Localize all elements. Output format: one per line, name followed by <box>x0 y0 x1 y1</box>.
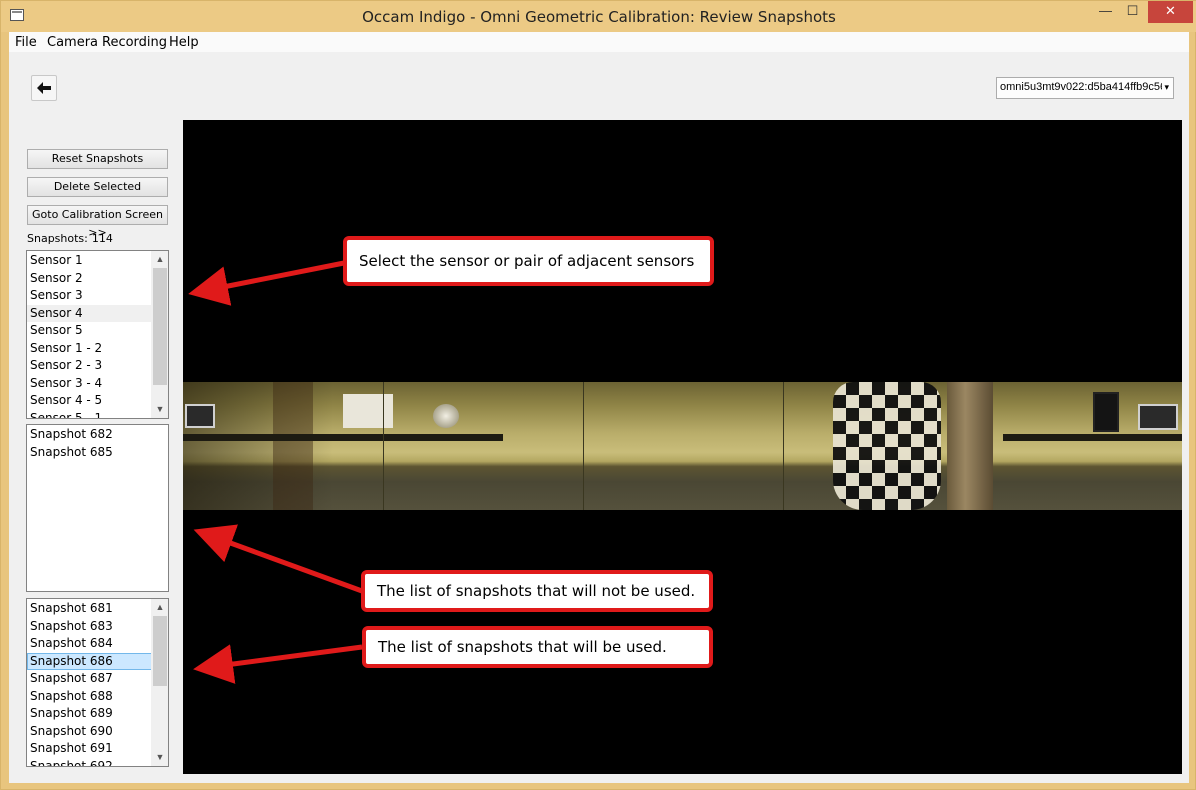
list-item[interactable]: Snapshot 681 <box>27 600 152 618</box>
list-item[interactable]: Snapshot 690 <box>27 723 152 741</box>
reset-snapshots-button[interactable]: Reset Snapshots <box>27 149 168 169</box>
list-item[interactable]: Snapshot 685 <box>27 444 168 462</box>
door <box>273 382 313 510</box>
back-button[interactable] <box>31 75 57 101</box>
annotation-unused: The list of snapshots that will not be u… <box>361 570 713 612</box>
minimize-button[interactable]: — <box>1092 1 1119 23</box>
table <box>183 434 503 441</box>
list-item[interactable]: Snapshot 684 <box>27 635 152 653</box>
scroll-down-icon[interactable]: ▼ <box>152 401 168 418</box>
arrow-left-icon <box>37 82 51 94</box>
used-snapshot-list[interactable]: Snapshot 681 Snapshot 683 Snapshot 684 S… <box>26 598 169 767</box>
scroll-up-icon[interactable]: ▲ <box>152 599 168 616</box>
scroll-thumb[interactable] <box>153 268 167 385</box>
list-item[interactable]: Sensor 5 <box>27 322 152 340</box>
snapshot-image-viewer[interactable] <box>183 120 1182 774</box>
calibration-checkerboard <box>833 382 941 510</box>
person <box>947 382 993 510</box>
panorama-image <box>183 382 1182 510</box>
list-item[interactable]: Snapshot 687 <box>27 670 152 688</box>
list-item[interactable]: Sensor 4 <box>27 304 152 322</box>
list-item[interactable]: Sensor 5 - 1 <box>27 410 152 419</box>
client-area: File Camera Recording Help omni5u3mt9v02… <box>9 32 1189 783</box>
list-item[interactable]: Sensor 4 - 5 <box>27 392 152 410</box>
list-item[interactable]: Sensor 1 <box>27 252 152 270</box>
laptop <box>185 404 215 428</box>
list-item[interactable]: Snapshot 688 <box>27 688 152 706</box>
list-item[interactable]: Sensor 2 - 3 <box>27 357 152 375</box>
menu-camera[interactable]: Camera <box>47 35 98 50</box>
camera-select[interactable]: omni5u3mt9v022:d5ba414ffb9c56 ▾ <box>996 77 1174 99</box>
maximize-button[interactable]: ☐ <box>1119 1 1146 23</box>
window-title: Occam Indigo - Omni Geometric Calibratio… <box>362 8 836 26</box>
scroll-up-icon[interactable]: ▲ <box>152 251 168 268</box>
unused-snapshot-list[interactable]: Snapshot 682 Snapshot 685 <box>26 424 169 592</box>
app-window: Occam Indigo - Omni Geometric Calibratio… <box>0 0 1196 790</box>
list-item[interactable]: Sensor 3 <box>27 287 152 305</box>
snapshot-count-label: Snapshots: <box>27 232 88 245</box>
close-button[interactable]: ✕ <box>1148 1 1193 23</box>
sensor-list-scrollbar[interactable]: ▲ ▼ <box>151 251 168 418</box>
list-item[interactable]: Snapshot 682 <box>27 426 168 444</box>
list-item[interactable]: Snapshot 683 <box>27 618 152 636</box>
list-item[interactable]: Snapshot 692 <box>27 758 152 767</box>
annotation-used: The list of snapshots that will be used. <box>362 626 713 668</box>
camera-select-value: omni5u3mt9v022:d5ba414ffb9c56 <box>1000 81 1167 93</box>
menu-file[interactable]: File <box>15 35 37 50</box>
list-item-selected[interactable]: Snapshot 686 <box>27 652 152 670</box>
list-item[interactable]: Sensor 2 <box>27 270 152 288</box>
title-bar: Occam Indigo - Omni Geometric Calibratio… <box>1 1 1196 32</box>
menu-help[interactable]: Help <box>169 35 199 50</box>
sensor-list[interactable]: Sensor 1 Sensor 2 Sensor 3 Sensor 4 Sens… <box>26 250 169 419</box>
used-list-scrollbar[interactable]: ▲ ▼ <box>151 599 168 766</box>
snapshot-count-value: 114 <box>91 232 113 245</box>
menu-bar: File Camera Recording Help <box>9 32 1189 52</box>
list-item[interactable]: Sensor 3 - 4 <box>27 375 152 393</box>
lamp <box>433 404 459 428</box>
chevron-down-icon: ▾ <box>1162 82 1169 93</box>
goto-calibration-button[interactable]: Goto Calibration Screen >> <box>27 205 168 239</box>
list-item[interactable]: Snapshot 691 <box>27 740 152 758</box>
snapshot-count: Snapshots: 114 <box>27 232 113 245</box>
list-item[interactable]: Sensor 1 - 2 <box>27 340 152 358</box>
delete-selected-button[interactable]: Delete Selected <box>27 177 168 197</box>
lightbox <box>343 394 393 428</box>
list-item[interactable]: Snapshot 689 <box>27 705 152 723</box>
menu-recording[interactable]: Recording <box>102 35 167 50</box>
scroll-thumb[interactable] <box>153 616 167 686</box>
scroll-down-icon[interactable]: ▼ <box>152 749 168 766</box>
annotation-sensor: Select the sensor or pair of adjacent se… <box>343 236 714 286</box>
